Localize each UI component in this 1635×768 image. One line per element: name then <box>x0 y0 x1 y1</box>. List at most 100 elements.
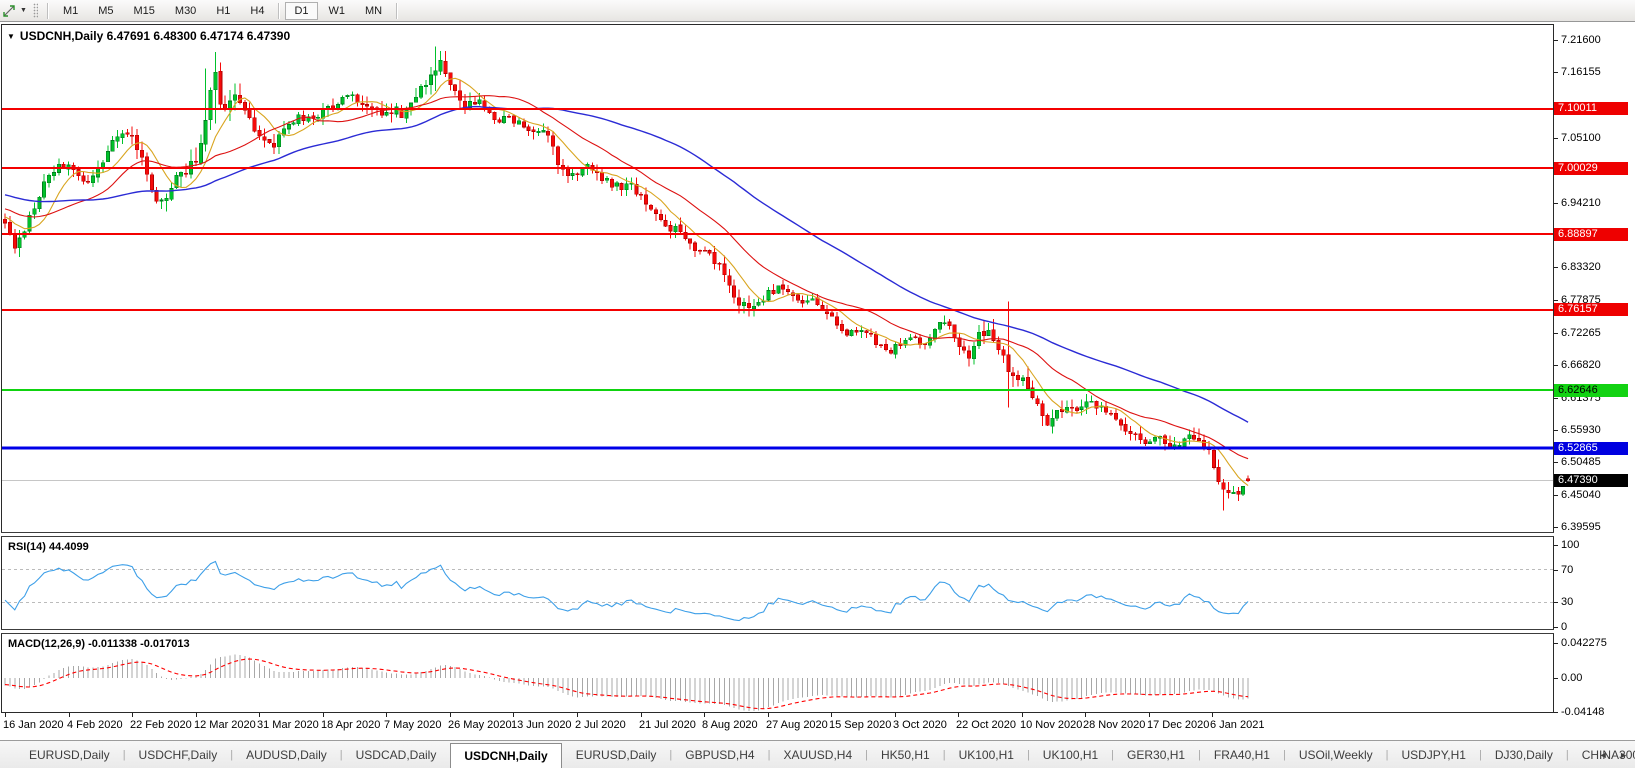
rsi-axis-mark <box>1554 602 1558 603</box>
price-tick-mark <box>1554 72 1558 73</box>
date-label: 21 Jul 2020 <box>639 719 696 731</box>
date-tick-mark <box>5 713 6 717</box>
date-label: 26 May 2020 <box>448 719 512 731</box>
tab-item-fra40-h1[interactable]: FRA40,H1 <box>1201 742 1283 768</box>
tab-item-eurusd-daily[interactable]: EURUSD,Daily <box>563 742 670 768</box>
price-tick-mark <box>1554 527 1558 528</box>
chart-symbol-label: USDCNH,Daily <box>19 29 104 43</box>
rsi-axis-mark <box>1554 627 1558 628</box>
date-label: 12 Mar 2020 <box>194 719 256 731</box>
rsi-axis-label: 0 <box>1561 621 1568 633</box>
toolbar-grip[interactable] <box>32 3 38 18</box>
price-tick-label: 7.16155 <box>1561 66 1601 78</box>
price-tag-6.62646: 6.62646 <box>1554 384 1628 397</box>
timeframe-button-M1[interactable]: M1 <box>54 2 87 20</box>
timeframe-button-H1[interactable]: H1 <box>207 2 239 20</box>
price-tick-mark <box>1554 40 1558 41</box>
price-tick-mark <box>1554 333 1558 334</box>
date-label: 28 Nov 2020 <box>1083 719 1146 731</box>
tab-item-ger30-h1[interactable]: GER30,H1 <box>1114 742 1198 768</box>
timeframe-button-D1[interactable]: D1 <box>285 1 318 20</box>
tab-item-usoil-weekly[interactable]: USOil,Weekly <box>1286 742 1386 768</box>
chart-title: ▼ USDCNH,Daily 6.47691 6.48300 6.47174 6.… <box>7 29 290 43</box>
tab-item-audusd-daily[interactable]: AUDUSD,Daily <box>233 742 340 768</box>
macd-axis-label: 0.00 <box>1561 672 1583 684</box>
date-tick-mark <box>895 713 896 717</box>
date-label: 22 Oct 2020 <box>956 719 1016 731</box>
tab-item-gbpusd-h4[interactable]: GBPUSD,H4 <box>672 742 767 768</box>
date-label: 22 Feb 2020 <box>130 719 192 731</box>
tab-item-uk100-h1[interactable]: UK100,H1 <box>1030 742 1111 768</box>
timeframe-button-W1[interactable]: W1 <box>320 2 355 20</box>
price-tick-mark <box>1554 462 1558 463</box>
macd-axis-label: -0.04148 <box>1561 706 1605 718</box>
tabs-scroll-right-icon[interactable]: ► <box>1619 750 1628 760</box>
toolbar-separator <box>278 2 281 19</box>
macd-axis-mark <box>1554 643 1558 644</box>
price-tag-6.76157: 6.76157 <box>1554 303 1628 316</box>
tab-item-xauusd-h4[interactable]: XAUUSD,H4 <box>770 742 865 768</box>
tab-item-dj30-daily[interactable]: DJ30,Daily <box>1482 742 1566 768</box>
date-label: 7 May 2020 <box>384 719 442 731</box>
date-tick-mark <box>69 713 70 717</box>
tab-item-hk50-h1[interactable]: HK50,H1 <box>868 742 943 768</box>
price-tag-6.47390: 6.47390 <box>1554 474 1628 487</box>
timeframe-button-M15[interactable]: M15 <box>125 2 164 20</box>
price-tick-mark <box>1554 365 1558 366</box>
tab-item-usdcnh-daily[interactable]: USDCNH,Daily <box>450 743 562 768</box>
price-tick-label: 6.83320 <box>1561 261 1601 273</box>
tab-item-usdjpy-h1[interactable]: USDJPY,H1 <box>1388 742 1478 768</box>
date-label: 10 Nov 2020 <box>1020 719 1083 731</box>
date-tick-mark <box>641 713 642 717</box>
dropdown-caret-icon[interactable]: ▼ <box>20 7 27 14</box>
tab-item-eurusd-daily[interactable]: EURUSD,Daily <box>16 742 123 768</box>
tab-item-uk100-h1[interactable]: UK100,H1 <box>946 742 1027 768</box>
price-tick-label: 6.55930 <box>1561 424 1601 436</box>
timeframe-button-M30[interactable]: M30 <box>166 2 205 20</box>
price-tag-7.10011: 7.10011 <box>1554 102 1628 115</box>
date-tick-mark <box>323 713 324 717</box>
macd-axis-label: 0.042275 <box>1561 637 1607 649</box>
timeframe-button-MN[interactable]: MN <box>356 2 391 20</box>
main-chart-panel[interactable] <box>1 24 1554 532</box>
toolbar-separator <box>46 2 49 19</box>
price-tick-mark <box>1554 300 1558 301</box>
price-tick-mark <box>1554 138 1558 139</box>
price-tag-7.00029: 7.00029 <box>1554 162 1628 175</box>
timeframe-buttons: M1 M5 M15 M30 H1 H4 D1 W1 MN <box>53 1 402 20</box>
date-label: 16 Jan 2020 <box>3 719 64 731</box>
macd-panel[interactable] <box>1 634 1554 713</box>
price-tick-mark <box>1554 267 1558 268</box>
macd-label: MACD(12,26,9) -0.011338 -0.017013 <box>8 638 190 650</box>
date-axis[interactable]: 16 Jan 2020 4 Feb 2020 22 Feb 2020 12 Mar 2… <box>0 713 1556 739</box>
price-axis[interactable]: 7.21600 7.16155 7.05100 6.94210 6.83320 6.778… <box>1554 24 1635 718</box>
tab-item-usdchf-daily[interactable]: USDCHF,Daily <box>126 742 231 768</box>
price-tick-label: 6.72265 <box>1561 327 1601 339</box>
date-tick-mark <box>958 713 959 717</box>
rsi-axis-label: 70 <box>1561 564 1574 576</box>
price-tick-label: 6.50485 <box>1561 456 1601 468</box>
tab-item-usdcad-daily[interactable]: USDCAD,Daily <box>343 742 450 768</box>
rsi-panel[interactable] <box>1 537 1554 629</box>
date-tick-mark <box>1022 713 1023 717</box>
date-tick-mark <box>196 713 197 717</box>
date-tick-mark <box>132 713 133 717</box>
date-tick-mark <box>386 713 387 717</box>
timeframe-button-H4[interactable]: H4 <box>241 2 273 20</box>
date-tick-mark <box>577 713 578 717</box>
tabs-scroll-left-icon[interactable]: ◄ <box>1599 750 1608 760</box>
date-label: 15 Sep 2020 <box>829 719 892 731</box>
rsi-axis-label: 30 <box>1561 596 1574 608</box>
chart-tab-bar: EURUSD,Daily | USDCHF,Daily | AUDUSD,Daily | U… <box>0 740 1635 768</box>
collapse-icon[interactable]: ▼ <box>7 32 15 41</box>
date-label: 4 Feb 2020 <box>67 719 123 731</box>
rsi-axis-label: 100 <box>1561 539 1580 551</box>
toolbar-separator <box>396 2 399 19</box>
price-tick-label: 6.66820 <box>1561 359 1601 371</box>
cursor-tool-icon[interactable] <box>1 3 19 19</box>
date-label: 3 Oct 2020 <box>893 719 947 731</box>
date-tick-mark <box>450 713 451 717</box>
mt4-window: ▼ M1 M5 M15 M30 H1 H4 D1 W1 MN ▼ USDCNH,Daily 6.4… <box>0 0 1635 768</box>
timeframe-button-M5[interactable]: M5 <box>89 2 122 20</box>
date-tick-mark <box>1212 713 1213 717</box>
